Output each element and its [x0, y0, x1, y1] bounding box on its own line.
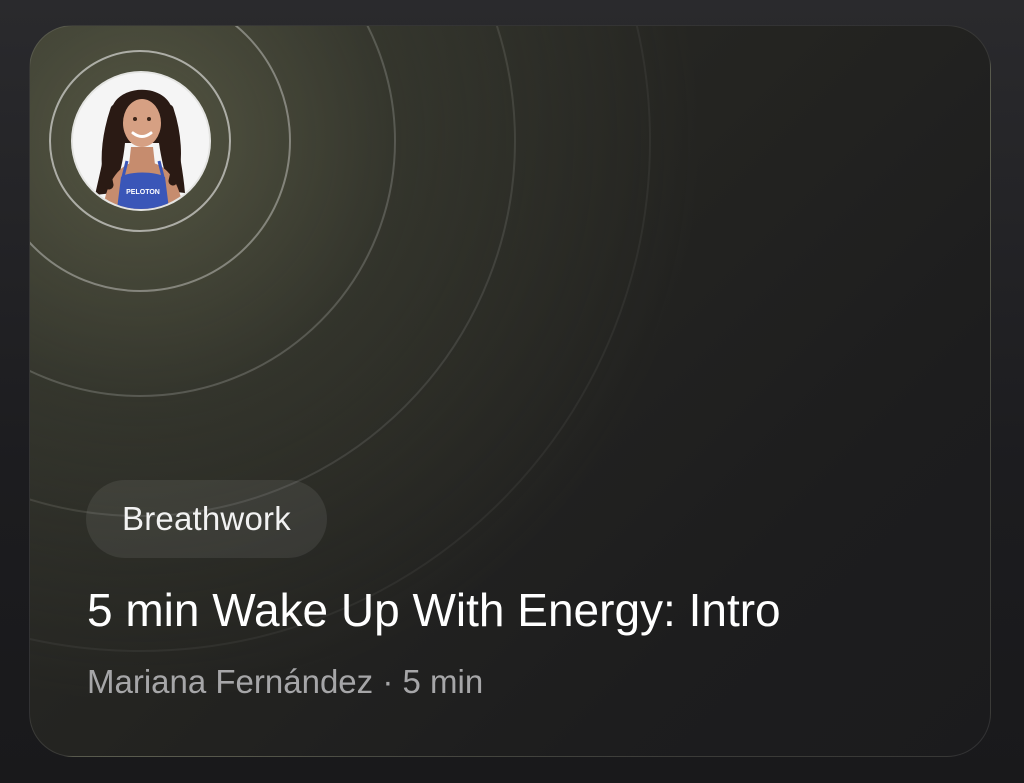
instructor-name: Mariana Fernández: [87, 663, 374, 700]
class-meta: Mariana Fernández · 5 min: [87, 660, 483, 704]
class-card[interactable]: PELOTON Breathwork 5 min Wake Up With En…: [29, 25, 991, 757]
category-badge: Breathwork: [86, 480, 327, 558]
class-title: 5 min Wake Up With Energy: Intro: [87, 584, 781, 636]
meta-separator: ·: [382, 663, 394, 700]
class-duration: 5 min: [402, 663, 484, 700]
instructor-avatar: PELOTON: [73, 73, 209, 209]
instructor-photo-icon: PELOTON: [73, 73, 209, 209]
shirt-logo-text: PELOTON: [126, 189, 160, 196]
